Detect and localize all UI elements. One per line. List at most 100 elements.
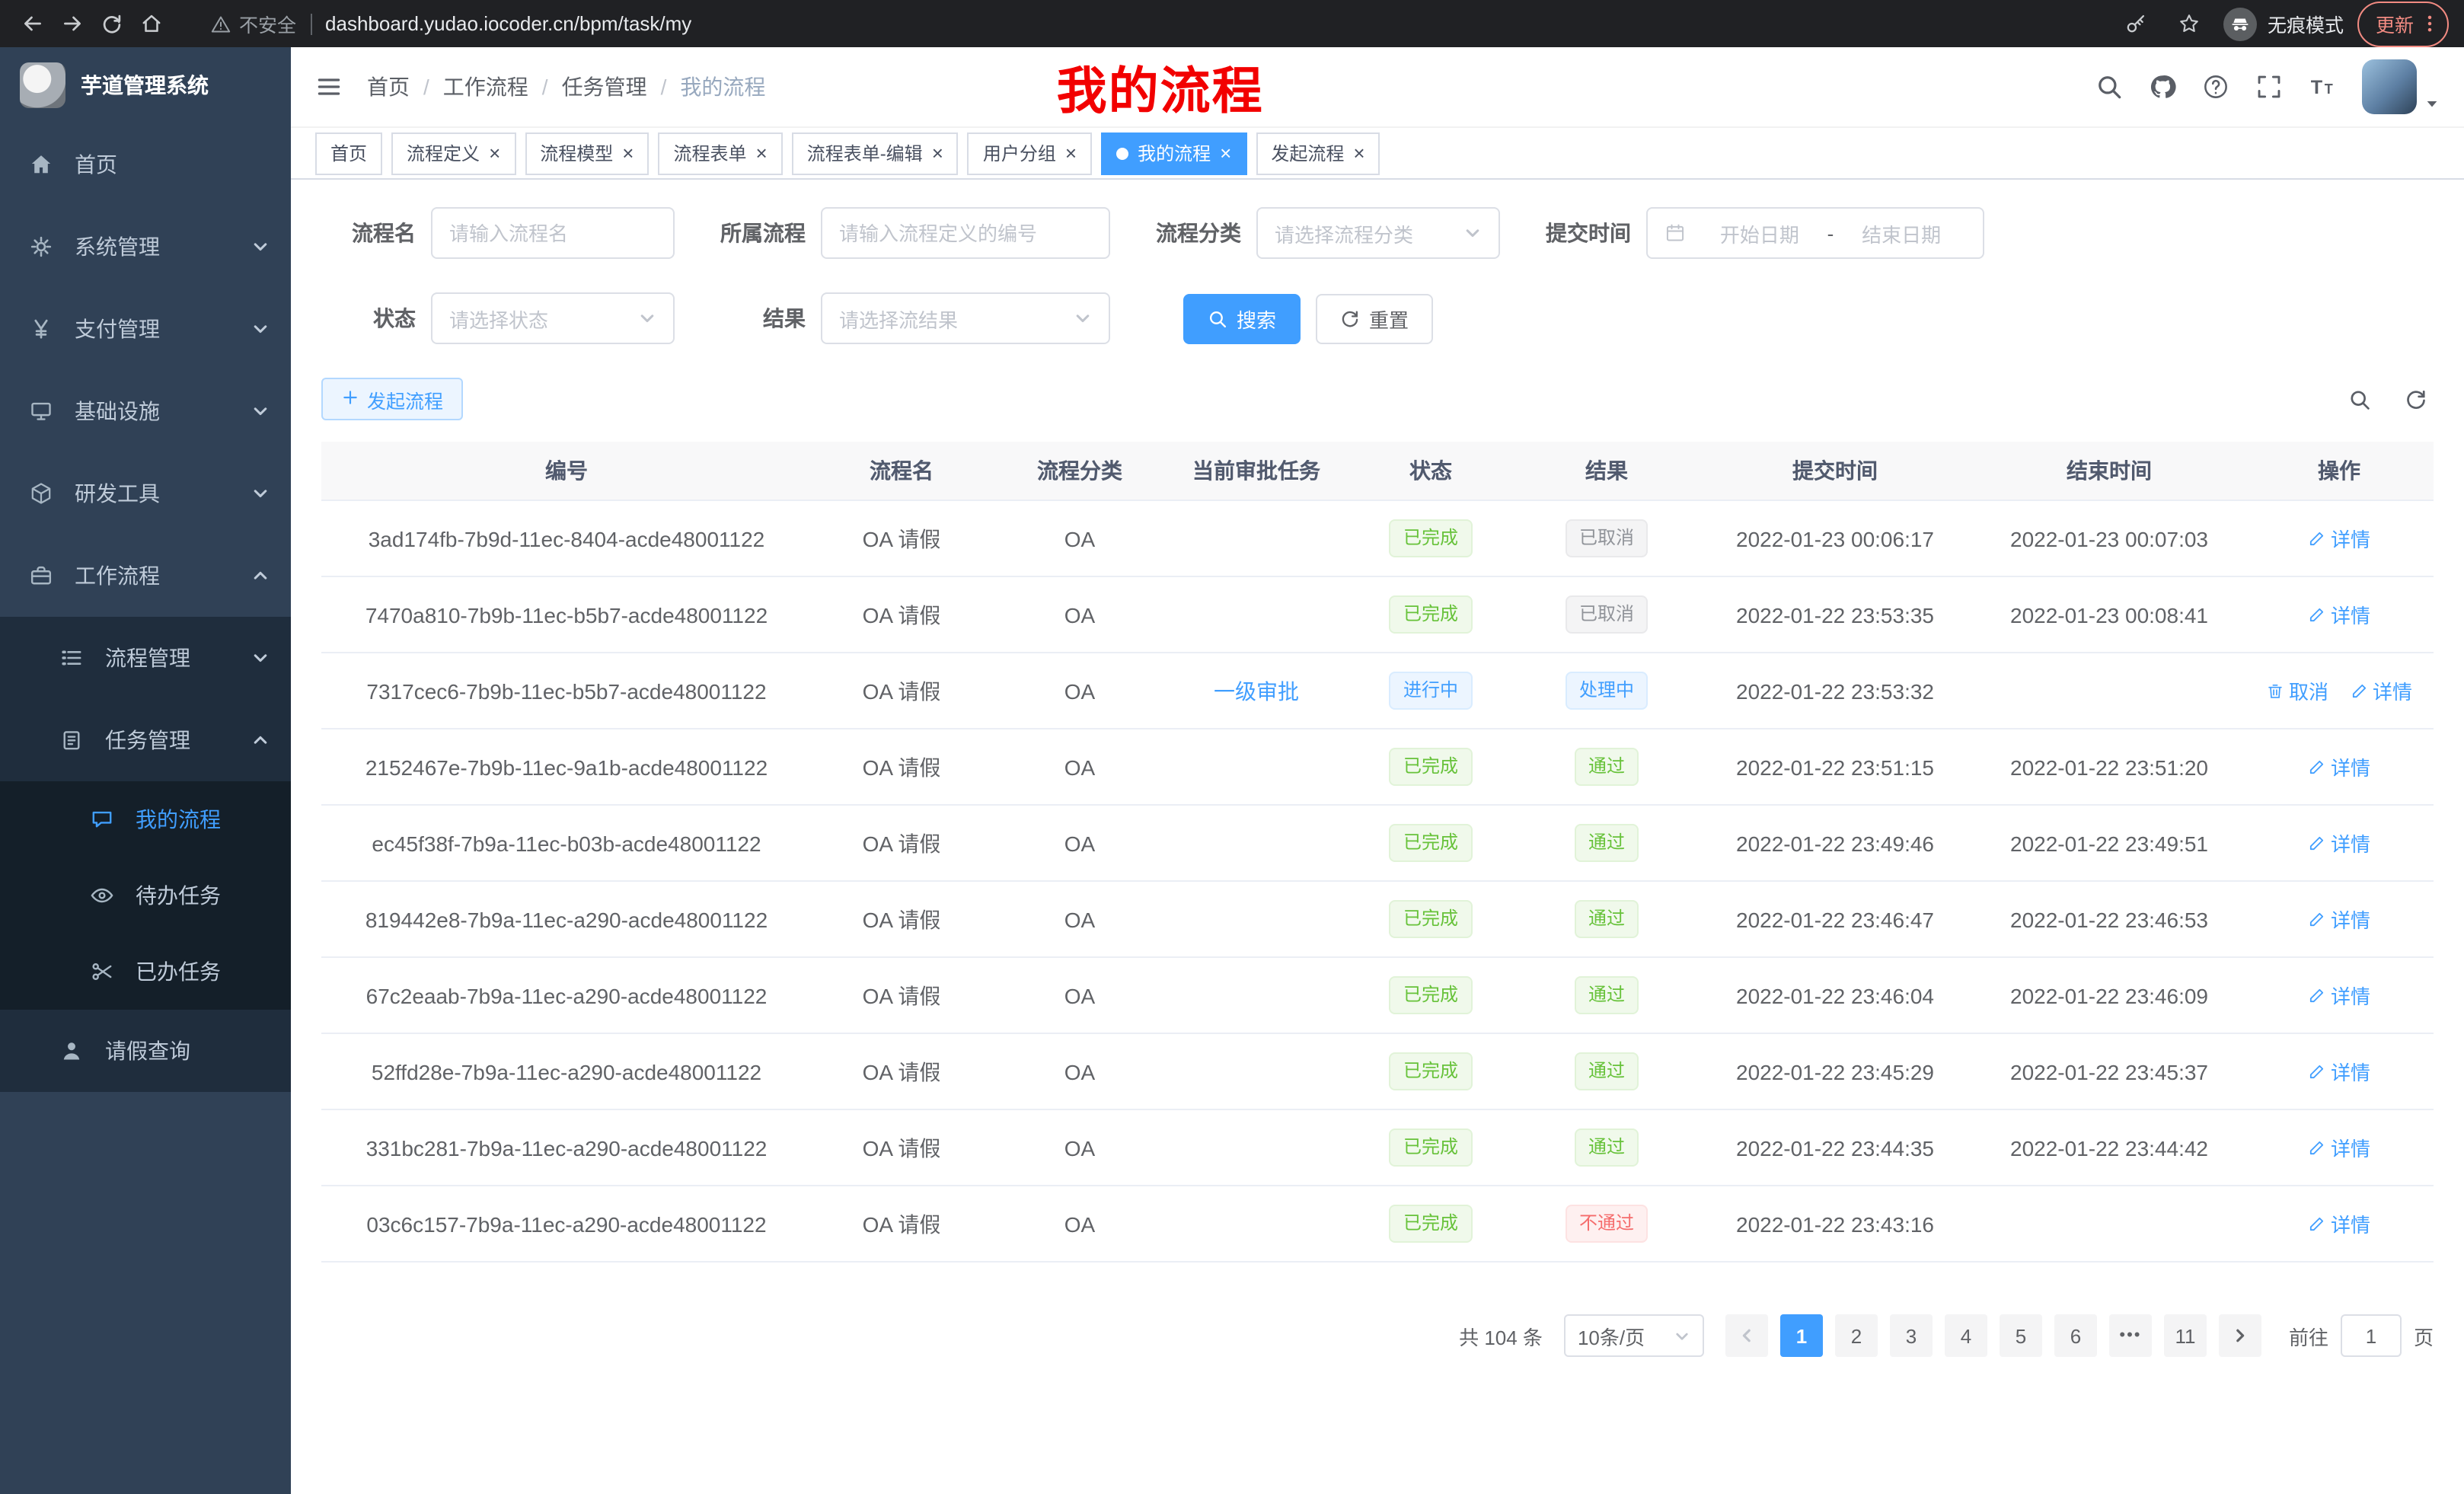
page-button-3[interactable]: 3 <box>1890 1314 1933 1357</box>
reset-button[interactable]: 重置 <box>1316 293 1433 343</box>
password-key-icon[interactable] <box>2117 5 2156 42</box>
result-select[interactable]: 请选择流结果 <box>821 292 1110 344</box>
detail-link[interactable]: 详情 <box>2308 524 2370 553</box>
detail-link[interactable]: 详情 <box>2308 828 2370 857</box>
user-icon <box>58 1037 85 1065</box>
sidebar-item[interactable]: 系统管理 <box>0 206 291 288</box>
sidebar-item[interactable]: 任务管理 <box>0 699 291 781</box>
column-header: 结束时间 <box>1974 442 2245 500</box>
cell-end-time: 2022-01-22 23:45:37 <box>1974 1033 2245 1109</box>
sidebar-item[interactable]: 工作流程 <box>0 535 291 617</box>
submit-time-range-picker[interactable]: 开始日期 - 结束日期 <box>1646 207 1984 259</box>
incognito-icon <box>2223 7 2257 40</box>
detail-link[interactable]: 详情 <box>2308 905 2370 934</box>
category-select[interactable]: 请选择流程分类 <box>1256 207 1500 259</box>
tab[interactable]: 流程模型× <box>525 132 649 174</box>
process-name-input[interactable] <box>431 207 675 259</box>
table-row: 331bc281-7b9a-11ec-a290-acde48001122OA 请… <box>321 1109 2434 1186</box>
close-icon[interactable]: × <box>932 143 943 163</box>
browser-back-icon[interactable] <box>12 5 52 42</box>
avatar[interactable] <box>2362 59 2417 114</box>
edit-icon <box>2308 1215 2326 1233</box>
breadcrumb-item[interactable]: 工作流程 <box>443 72 528 102</box>
sidebar-item[interactable]: 研发工具 <box>0 452 291 535</box>
goto-page-input[interactable] <box>2341 1314 2402 1357</box>
cell-task <box>1168 881 1345 957</box>
sidebar-item[interactable]: 首页 <box>0 123 291 206</box>
tab[interactable]: 用户分组× <box>968 132 1092 174</box>
sidebar-item[interactable]: 请假查询 <box>0 1010 291 1092</box>
sidebar-item-label: 待办任务 <box>136 880 221 911</box>
browser-reload-icon[interactable] <box>91 5 131 42</box>
page-size-select[interactable]: 10条/页 <box>1564 1314 1704 1357</box>
cell-id: ec45f38f-7b9a-11ec-b03b-acde48001122 <box>321 805 812 881</box>
page-button-2[interactable]: 2 <box>1835 1314 1878 1357</box>
close-icon[interactable]: × <box>622 143 634 163</box>
refresh-table-icon[interactable] <box>2405 388 2427 410</box>
user-menu[interactable] <box>2362 59 2440 114</box>
detail-link[interactable]: 详情 <box>2308 1209 2370 1238</box>
sidebar-item[interactable]: 我的流程 <box>0 781 291 857</box>
status-badge: 已完成 <box>1390 1128 1472 1167</box>
security-warning-icon[interactable] <box>210 13 231 34</box>
close-icon[interactable]: × <box>489 143 500 163</box>
detail-link[interactable]: 详情 <box>2308 1057 2370 1086</box>
fullscreen-icon[interactable] <box>2255 73 2283 101</box>
close-icon[interactable]: × <box>1220 143 1231 163</box>
breadcrumb-item[interactable]: 首页 <box>367 72 410 102</box>
page-button-11[interactable]: 11 <box>2164 1314 2207 1357</box>
process-definition-input[interactable] <box>821 207 1110 259</box>
current-task-link[interactable]: 一级审批 <box>1214 678 1299 703</box>
prev-page-button[interactable] <box>1725 1314 1768 1357</box>
sidebar-item[interactable]: 已办任务 <box>0 934 291 1010</box>
page-button-5[interactable]: 5 <box>2000 1314 2042 1357</box>
more-pages-button[interactable]: ••• <box>2109 1314 2152 1357</box>
close-icon[interactable]: × <box>1065 143 1077 163</box>
tab[interactable]: 我的流程× <box>1101 132 1246 174</box>
browser-home-icon[interactable] <box>131 5 171 42</box>
next-page-button[interactable] <box>2219 1314 2261 1357</box>
detail-link[interactable]: 详情 <box>2308 752 2370 781</box>
tab[interactable]: 流程表单× <box>658 132 782 174</box>
cancel-link[interactable]: 取消 <box>2266 676 2328 705</box>
close-icon[interactable]: × <box>1353 143 1364 163</box>
sidebar-item[interactable]: 基础设施 <box>0 370 291 452</box>
update-button[interactable]: 更新 <box>2357 1 2449 46</box>
font-size-icon[interactable]: TT <box>2309 73 2336 101</box>
detail-link[interactable]: 详情 <box>2350 676 2412 705</box>
bookmark-star-icon[interactable] <box>2170 5 2210 42</box>
detail-link[interactable]: 详情 <box>2308 600 2370 629</box>
sidebar-toggle-icon[interactable] <box>315 73 343 101</box>
detail-link[interactable]: 详情 <box>2308 1133 2370 1162</box>
table-row: ec45f38f-7b9a-11ec-b03b-acde48001122OA 请… <box>321 805 2434 881</box>
close-icon[interactable]: × <box>756 143 768 163</box>
cell-category: OA <box>991 957 1168 1033</box>
browser-forward-icon[interactable] <box>52 5 91 42</box>
tab[interactable]: 首页 <box>315 132 382 174</box>
address-bar[interactable]: 不安全 dashboard.yudao.iocoder.cn/bpm/task/… <box>210 9 2117 38</box>
page-button-1[interactable]: 1 <box>1780 1314 1823 1357</box>
sidebar-item[interactable]: 支付管理 <box>0 288 291 370</box>
tab-label: 首页 <box>330 140 367 166</box>
status-select[interactable]: 请选择状态 <box>431 292 675 344</box>
cell-task <box>1168 1033 1345 1109</box>
category-label: 流程分类 <box>1147 218 1241 248</box>
tab[interactable]: 流程表单-编辑× <box>792 132 959 174</box>
header-search-icon[interactable] <box>2095 73 2123 101</box>
help-icon[interactable] <box>2202 73 2229 101</box>
page-button-6[interactable]: 6 <box>2054 1314 2097 1357</box>
toggle-search-icon[interactable] <box>2348 388 2371 410</box>
github-icon[interactable] <box>2149 73 2176 101</box>
tab[interactable]: 流程定义× <box>391 132 515 174</box>
page-button-4[interactable]: 4 <box>1945 1314 1987 1357</box>
logo-row[interactable]: 芋道管理系统 <box>0 47 291 123</box>
sidebar-item[interactable]: 流程管理 <box>0 617 291 699</box>
detail-link[interactable]: 详情 <box>2308 981 2370 1010</box>
cell-end-time: 2022-01-22 23:44:42 <box>1974 1109 2245 1186</box>
breadcrumb-item[interactable]: 任务管理 <box>562 72 647 102</box>
browser-menu-icon[interactable] <box>2415 5 2443 42</box>
search-button[interactable]: 搜索 <box>1183 293 1301 343</box>
tab[interactable]: 发起流程× <box>1256 132 1380 174</box>
create-process-button[interactable]: 发起流程 <box>321 378 463 420</box>
sidebar-item[interactable]: 待办任务 <box>0 857 291 934</box>
